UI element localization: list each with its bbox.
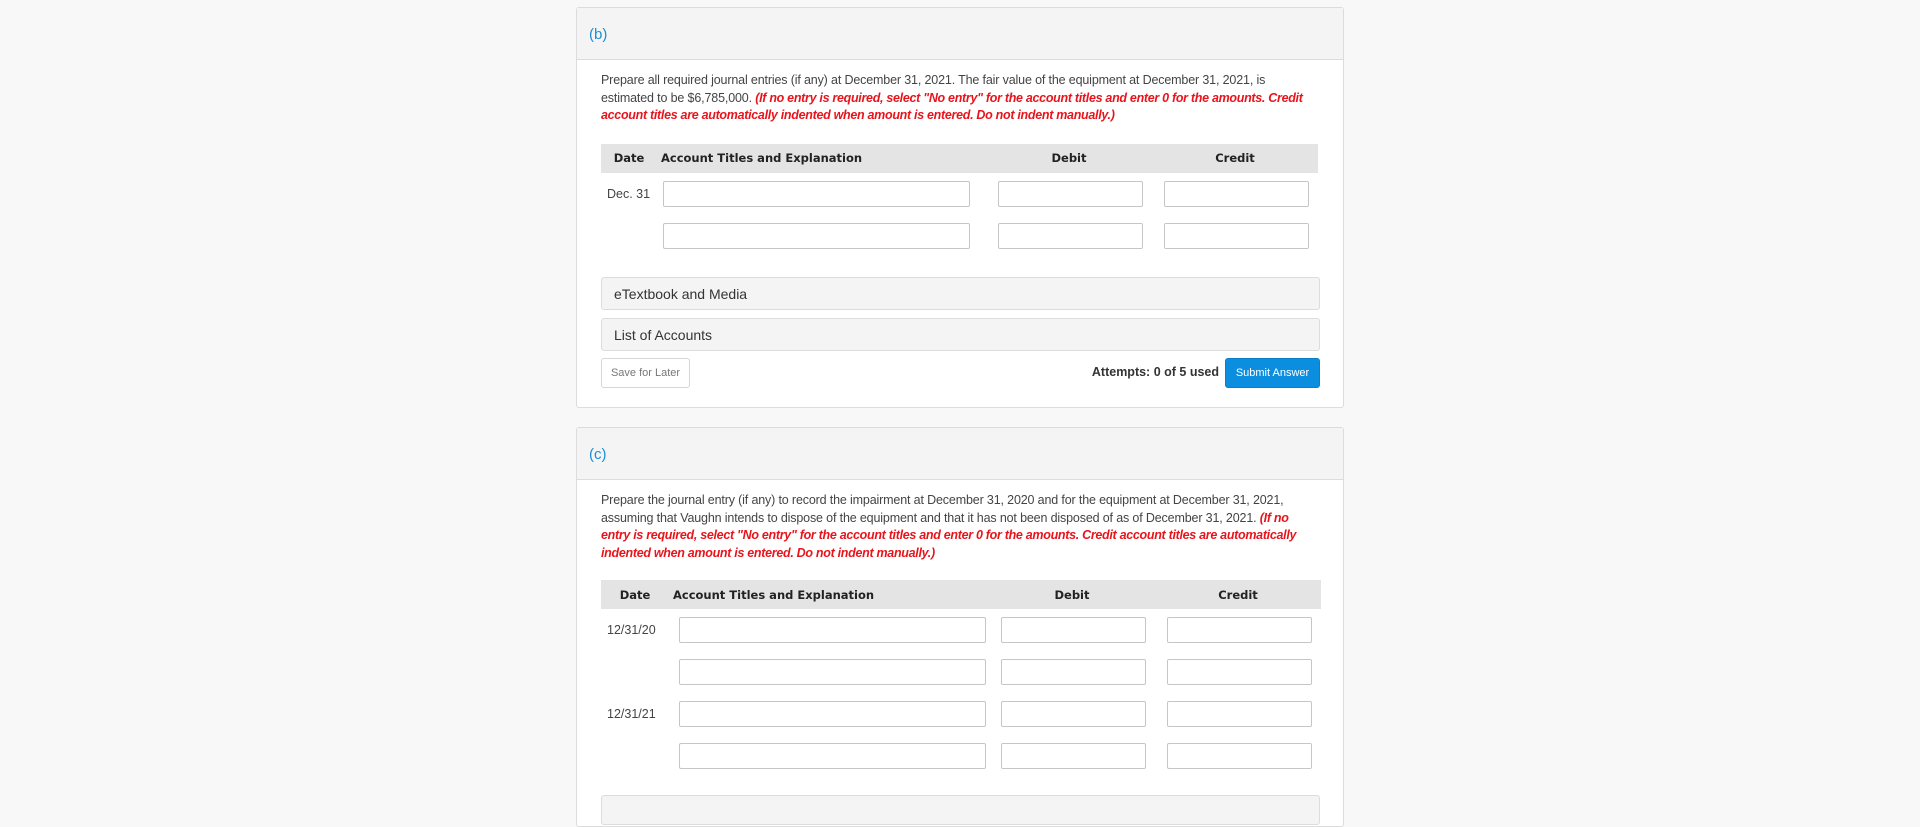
credit-column-header: Credit <box>1155 580 1321 609</box>
table-header-row: Date Account Titles and Explanation Debi… <box>601 143 1318 173</box>
account-title-input[interactable] <box>679 617 986 643</box>
question-prompt: Prepare the journal entry (if any) to re… <box>601 493 1284 525</box>
entry-date: 12/31/21 <box>607 707 656 721</box>
account-column-header: Account Titles and Explanation <box>657 143 986 173</box>
debit-input[interactable] <box>1001 743 1146 769</box>
credit-column-header: Credit <box>1152 143 1318 173</box>
table-row: Dec. 31 <box>601 173 1318 215</box>
account-column-header: Account Titles and Explanation <box>669 580 989 609</box>
debit-input[interactable] <box>1001 701 1146 727</box>
entry-date: 12/31/20 <box>607 623 656 637</box>
part-label: (b) <box>589 26 608 43</box>
account-title-input[interactable] <box>679 659 986 685</box>
account-title-input[interactable] <box>663 222 970 249</box>
debit-column-header: Debit <box>989 580 1155 609</box>
debit-input[interactable] <box>1001 617 1146 643</box>
entry-date: Dec. 31 <box>607 186 651 201</box>
credit-input[interactable] <box>1167 659 1312 685</box>
entry-date <box>601 215 657 257</box>
credit-input[interactable] <box>1164 222 1309 249</box>
etextbook-media-accordion[interactable] <box>601 795 1320 825</box>
entry-date <box>601 651 669 693</box>
table-row: 12/31/20 <box>601 609 1321 651</box>
save-for-later-button[interactable]: Save for Later <box>601 357 690 388</box>
debit-input[interactable] <box>998 180 1143 207</box>
accordion-label: List of Accounts <box>614 326 713 343</box>
credit-input[interactable] <box>1167 701 1312 727</box>
etextbook-media-accordion[interactable]: eTextbook and Media <box>601 276 1320 310</box>
account-title-input[interactable] <box>663 180 970 207</box>
account-title-input[interactable] <box>679 701 986 727</box>
journal-entry-table: Date Account Titles and Explanation Debi… <box>601 143 1318 257</box>
accordion-label: eTextbook and Media <box>614 285 748 302</box>
date-column-header: Date <box>601 143 657 173</box>
table-row <box>601 215 1318 257</box>
answer-actions: Save for Later Attempts: 0 of 5 used Sub… <box>601 357 1320 398</box>
credit-input[interactable] <box>1167 743 1312 769</box>
journal-entry-table: Date Account Titles and Explanation Debi… <box>601 580 1321 777</box>
debit-column-header: Debit <box>986 143 1152 173</box>
part-b-panel: (b) Prepare all required journal entries… <box>576 7 1344 408</box>
debit-input[interactable] <box>998 222 1143 249</box>
part-b-header: (b) <box>577 8 1343 60</box>
table-row <box>601 735 1321 777</box>
table-header-row: Date Account Titles and Explanation Debi… <box>601 580 1321 609</box>
attempts-counter: Attempts: 0 of 5 used <box>1091 364 1219 379</box>
part-c-header: (c) <box>577 428 1343 480</box>
table-row <box>601 651 1321 693</box>
account-title-input[interactable] <box>679 743 986 769</box>
credit-input[interactable] <box>1167 617 1312 643</box>
entry-date <box>601 735 669 777</box>
part-c-panel: (c) Prepare the journal entry (if any) t… <box>576 427 1344 827</box>
question-text: Prepare all required journal entries (if… <box>601 72 1319 125</box>
submit-answer-button[interactable]: Submit Answer <box>1225 357 1320 388</box>
date-column-header: Date <box>601 580 669 609</box>
debit-input[interactable] <box>1001 659 1146 685</box>
list-of-accounts-accordion[interactable]: List of Accounts <box>601 317 1320 351</box>
credit-input[interactable] <box>1164 180 1309 207</box>
part-label: (c) <box>589 446 607 463</box>
table-row: 12/31/21 <box>601 693 1321 735</box>
question-text: Prepare the journal entry (if any) to re… <box>601 492 1319 562</box>
